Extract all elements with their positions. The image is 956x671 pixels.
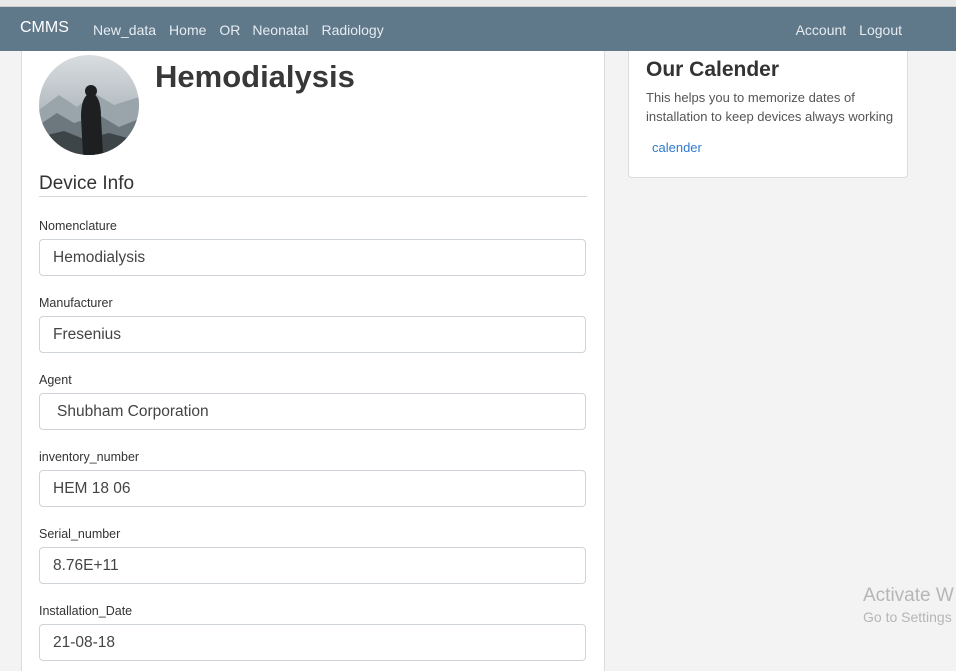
top-navbar: CMMS New_data Home OR Neonatal Radiology…: [0, 7, 956, 51]
section-title-device-info: Device Info: [39, 173, 135, 194]
device-title: Hemodialysis: [155, 59, 355, 94]
field-serial-number: Serial_number 8.76E+11: [39, 527, 588, 584]
nav-link-logout[interactable]: Logout: [859, 22, 902, 38]
field-agent: Agent Shubham Corporation: [39, 373, 588, 430]
nav-link-home[interactable]: Home: [169, 22, 206, 38]
field-label-installation-date: Installation_Date: [39, 604, 133, 618]
installation-date-input[interactable]: 21-08-18: [39, 624, 586, 661]
field-installation-date: Installation_Date 21-08-18: [39, 604, 588, 661]
field-label-manufacturer: Manufacturer: [39, 296, 113, 310]
nav-links: New_data Home OR Neonatal Radiology: [93, 22, 384, 38]
nav-right-links: Account Logout: [796, 22, 902, 38]
device-info-card: Hemodialysis Device Info Nomenclature He…: [21, 51, 605, 671]
nav-link-radiology[interactable]: Radiology: [321, 22, 383, 38]
nav-link-new-data[interactable]: New_data: [93, 22, 156, 38]
nomenclature-input[interactable]: Hemodialysis: [39, 239, 586, 276]
calendar-link[interactable]: calender: [652, 140, 702, 155]
field-label-nomenclature: Nomenclature: [39, 219, 117, 233]
section-divider: [39, 196, 587, 197]
nav-link-account[interactable]: Account: [796, 22, 847, 38]
nav-link-neonatal[interactable]: Neonatal: [252, 22, 308, 38]
field-label-inventory-number: inventory_number: [39, 450, 140, 464]
brand-link[interactable]: CMMS: [20, 19, 69, 37]
inventory-number-input[interactable]: HEM 18 06: [39, 470, 586, 507]
field-label-agent: Agent: [39, 373, 72, 387]
agent-input[interactable]: Shubham Corporation: [39, 393, 586, 430]
nav-link-or[interactable]: OR: [219, 22, 240, 38]
calendar-card-title: Our Calender: [646, 58, 780, 81]
watermark-line-2: Go to Settings: [863, 609, 952, 625]
window-top-strip: [0, 0, 956, 7]
field-nomenclature: Nomenclature Hemodialysis: [39, 219, 588, 276]
calendar-card: Our Calender This helps you to memorize …: [628, 51, 908, 178]
field-inventory-number: inventory_number HEM 18 06: [39, 450, 588, 507]
calendar-card-text: This helps you to memorize dates of inst…: [646, 90, 894, 124]
avatar-image: [39, 55, 139, 155]
manufacturer-input[interactable]: Fresenius: [39, 316, 586, 353]
field-manufacturer: Manufacturer Fresenius: [39, 296, 588, 353]
avatar: [39, 55, 139, 155]
serial-number-input[interactable]: 8.76E+11: [39, 547, 586, 584]
activate-windows-watermark: Activate W Go to Settings: [863, 585, 954, 625]
field-label-serial-number: Serial_number: [39, 527, 121, 541]
watermark-line-1: Activate W: [863, 585, 954, 606]
